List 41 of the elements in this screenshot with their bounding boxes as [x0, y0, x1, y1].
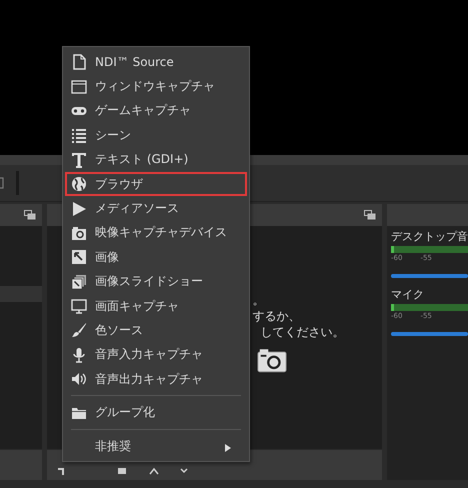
- menu-item[interactable]: ゲームキャプチャ: [65, 98, 247, 124]
- menu-item[interactable]: ブラウザ: [65, 172, 247, 196]
- camera-icon: [71, 224, 87, 241]
- undock-icon[interactable]: [364, 210, 376, 220]
- menu-item[interactable]: 非推奨: [65, 434, 247, 458]
- slideshow-icon: [71, 274, 87, 290]
- menu-item[interactable]: 音声出力キャプチャ: [65, 367, 247, 392]
- menu-item[interactable]: 画像: [65, 245, 247, 270]
- channel-name: デスクトップ音: [391, 230, 468, 244]
- list-icon: [71, 127, 87, 144]
- globe-icon: [71, 176, 87, 192]
- monitor-icon: [71, 298, 87, 314]
- toolbar-icon[interactable]: [0, 177, 4, 189]
- submenu-arrow-icon: [225, 444, 231, 452]
- play-icon: [71, 200, 87, 217]
- menu-item[interactable]: メディアソース: [65, 196, 247, 221]
- menu-item[interactable]: 映像キャプチャデバイス: [65, 220, 247, 246]
- hint-text: するか、: [252, 308, 302, 324]
- menu-item[interactable]: テキスト (GDI+): [65, 148, 247, 172]
- volume-slider[interactable]: [391, 332, 468, 336]
- window-icon: [71, 78, 87, 95]
- file-icon: [71, 54, 87, 70]
- menu-item[interactable]: 音声入力キャプチャ: [65, 342, 247, 368]
- camera-icon: [256, 348, 287, 373]
- speaker-icon: [71, 371, 87, 388]
- volume-slider[interactable]: [391, 274, 468, 278]
- text-icon: [71, 152, 87, 168]
- menu-item[interactable]: シーン: [65, 123, 247, 148]
- hint-text: してください。: [260, 324, 345, 340]
- image-icon: [71, 249, 87, 266]
- hint-text: 。: [252, 292, 266, 308]
- menu-item[interactable]: 画面キャプチャ: [65, 294, 247, 318]
- menu-item[interactable]: ウィンドウキャプチャ: [65, 74, 247, 99]
- channel-name: マイク: [391, 288, 425, 302]
- brush-icon: [71, 322, 87, 338]
- microphone-icon: [71, 346, 87, 363]
- menu-item[interactable]: 画像スライドショー: [65, 270, 247, 294]
- menu-item[interactable]: グループ化: [65, 400, 247, 425]
- menu-item[interactable]: NDI™ Source: [65, 50, 247, 74]
- menu-item[interactable]: 色ソース: [65, 318, 247, 343]
- undock-icon[interactable]: [24, 210, 36, 220]
